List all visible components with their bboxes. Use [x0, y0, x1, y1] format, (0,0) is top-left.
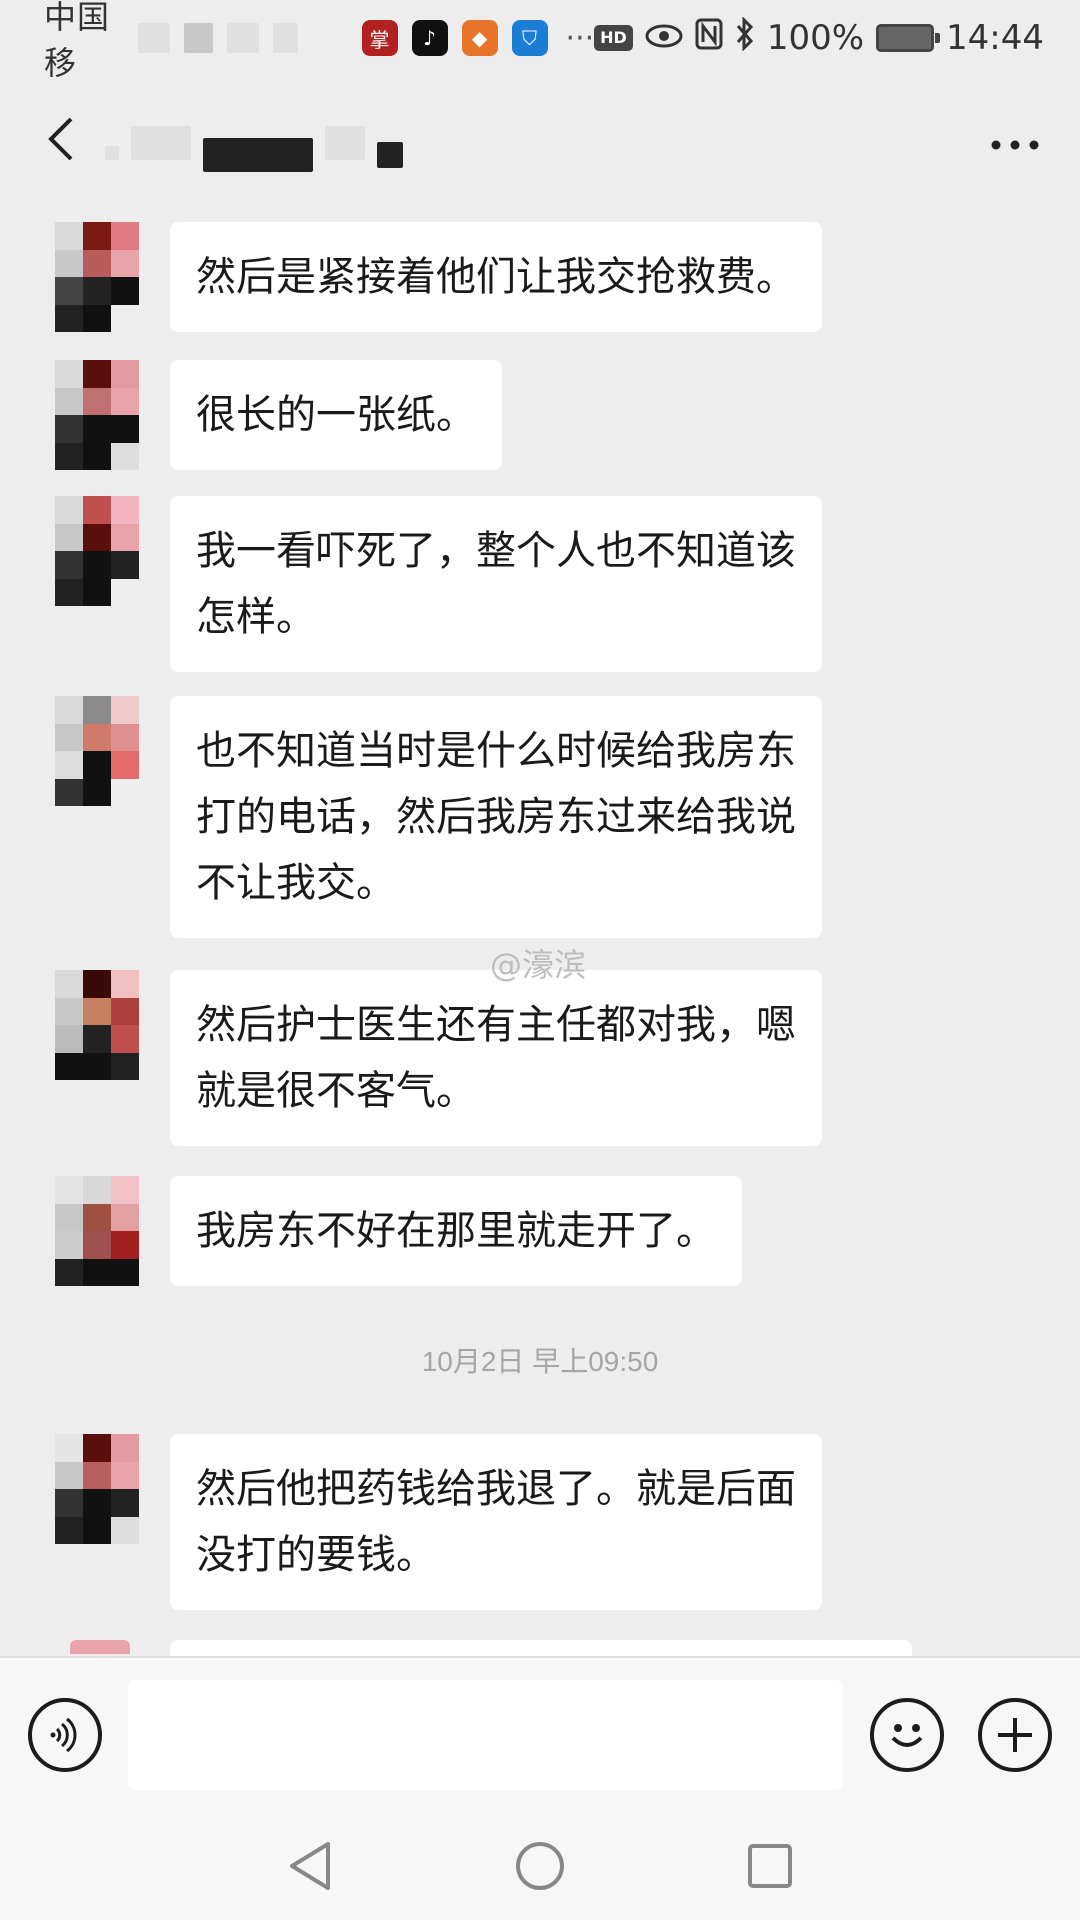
- redacted-block: [105, 146, 119, 160]
- shield-app-icon: ⛉: [511, 20, 548, 56]
- contact-name-redacted: [105, 114, 403, 172]
- carrier-redacted: [227, 23, 260, 53]
- message-text: 很长的一张纸。: [196, 392, 476, 438]
- battery-percent: 100%: [766, 18, 865, 58]
- system-nav-bar: [0, 1806, 1080, 1920]
- message-bubble[interactable]: 我房东不好在那里就走开了。: [170, 1176, 742, 1286]
- chevron-left-icon[interactable]: [40, 109, 80, 169]
- more-notifications-icon: ···: [565, 20, 595, 56]
- timestamp: 10月2日 早上09:50: [421, 1346, 659, 1377]
- message-bubble[interactable]: 然后护士医生还有主任都对我，嗯 就是很不客气。: [170, 970, 822, 1146]
- more-dots-icon[interactable]: [990, 127, 1040, 151]
- avatar[interactable]: [55, 1176, 139, 1286]
- carrier-label: 中国移: [44, 0, 111, 82]
- carrier-redacted: [184, 23, 214, 53]
- nav-back-icon[interactable]: [282, 1838, 338, 1894]
- nav-home-icon[interactable]: [512, 1838, 568, 1894]
- hd-icon: HD: [594, 25, 633, 51]
- watermark: @濠滨: [490, 946, 587, 984]
- message-input[interactable]: [128, 1680, 843, 1790]
- avatar[interactable]: [55, 1434, 139, 1544]
- message-text: 我房东不好在那里就走开了。: [196, 1208, 716, 1254]
- message-text: 然后是紧接着他们让我交抢救费。: [196, 254, 796, 300]
- message-text: 我一看吓死了，整个人也不知道该 怎样。: [196, 528, 796, 640]
- message-bubble[interactable]: 也不知道当时是什么时候给我房东 打的电话，然后我房东过来给我说 不让我交。: [170, 696, 822, 938]
- message-bubble[interactable]: 很长的一张纸。: [170, 360, 502, 470]
- chat-header: [0, 84, 1080, 194]
- voice-icon[interactable]: [28, 1698, 102, 1772]
- clock: 14:44: [946, 18, 1044, 58]
- avatar[interactable]: [55, 696, 139, 806]
- status-bar-right: HD 100% 14:44: [594, 15, 1044, 60]
- avatar[interactable]: [70, 1640, 130, 1654]
- message-bubble[interactable]: 然后他把药钱给我退了。就是后面 没打的要钱。: [170, 1434, 822, 1610]
- message-text: 然后他把药钱给我退了。就是后面 没打的要钱。: [196, 1466, 796, 1578]
- notification-icons: 掌 ♪ ◆ ⛉ ···: [361, 20, 595, 56]
- avatar[interactable]: [55, 222, 139, 332]
- avatar[interactable]: [55, 970, 139, 1080]
- status-bar: 中国移 掌 ♪ ◆ ⛉ ··· HD 100% 14:44: [0, 0, 1080, 82]
- eye-icon: [645, 18, 683, 58]
- status-bar-left: 中国移 掌 ♪ ◆ ⛉ ···: [44, 0, 594, 84]
- redacted-block: [377, 142, 403, 168]
- fox-app-icon: ◆: [461, 20, 498, 56]
- message-bubble[interactable]: 然后是紧接着他们让我交抢救费。: [170, 222, 822, 332]
- nfc-icon: [695, 18, 723, 59]
- nav-recent-icon[interactable]: [742, 1838, 798, 1894]
- redacted-block: [131, 126, 191, 160]
- tiktok-icon: ♪: [411, 20, 448, 56]
- avatar[interactable]: [55, 360, 139, 470]
- redacted-block: [203, 138, 313, 172]
- zhangyue-icon: 掌: [361, 20, 398, 56]
- carrier-redacted: [273, 23, 298, 53]
- message-bubble[interactable]: 我一看吓死了，整个人也不知道该 怎样。: [170, 496, 822, 672]
- message-text: 也不知道当时是什么时候给我房东 打的电话，然后我房东过来给我说 不让我交。: [196, 728, 796, 906]
- message-text: 然后护士医生还有主任都对我，嗯 就是很不客气。: [196, 1002, 796, 1114]
- redacted-block: [325, 126, 365, 160]
- input-bar: [0, 1656, 1080, 1806]
- battery-icon: [876, 24, 941, 52]
- bluetooth-icon: [735, 15, 755, 60]
- message-bubble[interactable]: [170, 1640, 912, 1656]
- plus-icon[interactable]: [978, 1698, 1052, 1772]
- carrier-redacted: [137, 23, 171, 53]
- avatar[interactable]: [55, 496, 139, 606]
- emoji-icon[interactable]: [870, 1698, 944, 1772]
